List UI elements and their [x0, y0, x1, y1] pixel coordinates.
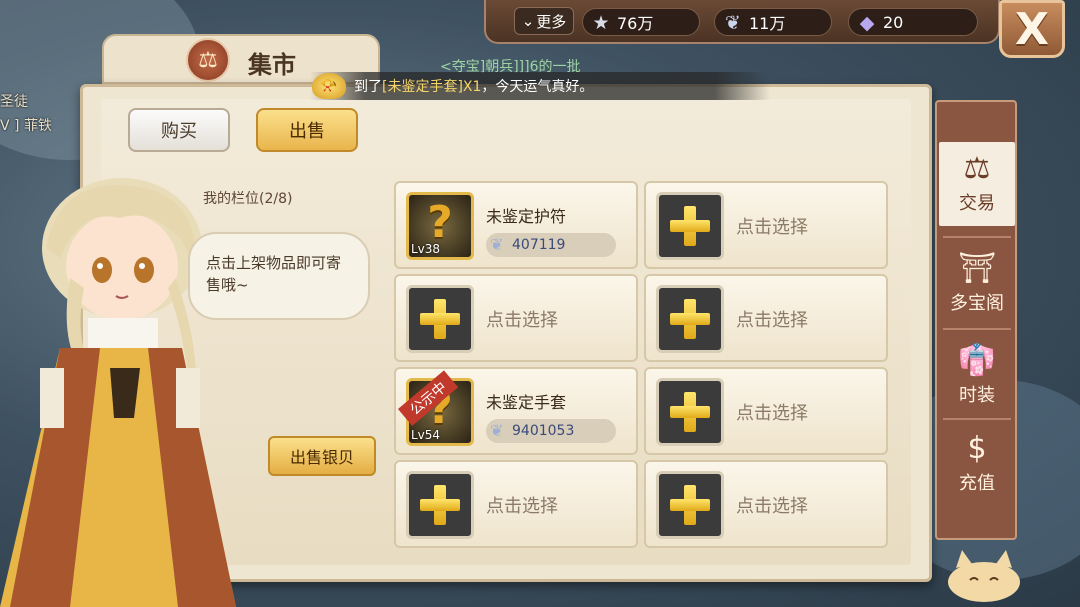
item-icon: ? Lv38 [406, 192, 474, 260]
nav-trade[interactable]: ⚖ 交易 [939, 142, 1015, 226]
player-name-line: 圣徒 [0, 94, 28, 110]
scale-icon: ⚖ [963, 151, 991, 186]
nav-divider [943, 236, 1011, 238]
sale-slot-empty[interactable]: 点击选择 [394, 460, 638, 548]
nav-label: 充值 [959, 473, 995, 494]
cat-mascot-icon [948, 550, 1020, 602]
item-price: ❦ 9401053 [486, 419, 616, 443]
sale-slot-item[interactable]: ? Lv38 未鉴定护符 ❦ 407119 [394, 181, 638, 269]
player-name-overlay: 圣徒 V ] 菲铁 [0, 90, 52, 138]
resource-bar: ⌄ 更多 ★ 76万 ❦ 11万 ◆ 20 [484, 0, 1000, 44]
sell-silver-button[interactable]: 出售银贝 [268, 436, 376, 476]
star-amount: 76万 [617, 14, 654, 33]
nav-treasure[interactable]: ⛩ 多宝阁 [939, 242, 1015, 326]
shell-icon: ❦ [725, 12, 741, 34]
gem-icon: ◆ [859, 12, 875, 34]
sale-slot-item[interactable]: ? Lv54 公示中 未鉴定手套 ❦ 9401053 [394, 367, 638, 455]
sale-slot-empty[interactable]: 点击选择 [644, 274, 888, 362]
shell-amount: 11万 [749, 14, 786, 33]
sale-slot-empty[interactable]: 点击选择 [644, 460, 888, 548]
slot-choose-label: 点击选择 [736, 217, 808, 238]
tab-buy[interactable]: 购买 [128, 108, 230, 152]
sale-slot-empty[interactable]: 点击选择 [394, 274, 638, 362]
dollar-icon: $ [967, 431, 987, 466]
plus-icon [406, 471, 474, 539]
nav-label: 多宝阁 [950, 293, 1004, 314]
nav-label: 时装 [959, 385, 995, 406]
slot-choose-label: 点击选择 [736, 403, 808, 424]
broadcast-suffix: ，今天运气真好。 [481, 79, 594, 95]
scale-icon: ⚖ [186, 38, 230, 82]
close-button[interactable]: X [999, 0, 1065, 58]
slot-choose-label: 点击选择 [486, 496, 558, 517]
broadcast-bar: 到了 [未鉴定手套]X1 ，今天运气真好。 [310, 72, 770, 100]
plus-icon [656, 192, 724, 260]
item-level: Lv54 [411, 428, 441, 442]
more-label: 更多 [536, 12, 567, 31]
shell-icon: ❦ [490, 421, 504, 440]
nav-recharge[interactable]: $ 充值 [939, 422, 1015, 506]
star-resource: ★ 76万 [582, 8, 700, 36]
plus-icon [656, 285, 724, 353]
plus-icon [406, 285, 474, 353]
clothes-icon: 👘 [958, 343, 996, 378]
shell-resource: ❦ 11万 [714, 8, 832, 36]
nav-fashion[interactable]: 👘 时装 [939, 334, 1015, 418]
nav-divider [943, 418, 1011, 420]
star-icon: ★ [592, 12, 610, 34]
treasure-icon: ⛩ [957, 251, 997, 286]
sale-slot-empty[interactable]: 点击选择 [644, 181, 888, 269]
item-price-value: 9401053 [512, 423, 575, 439]
item-name: 未鉴定护符 [486, 207, 567, 226]
broadcast-prefix: 到了 [354, 79, 382, 95]
plus-icon [656, 378, 724, 446]
unknown-item-icon: ? [427, 197, 453, 248]
item-price: ❦ 407119 [486, 233, 616, 257]
tab-sell[interactable]: 出售 [256, 108, 358, 152]
speech-bubble: 点击上架物品即可寄售哦~ [188, 232, 370, 320]
nav-divider [943, 328, 1011, 330]
item-price-value: 407119 [512, 237, 566, 253]
more-button[interactable]: ⌄ 更多 [514, 7, 574, 35]
slot-choose-label: 点击选择 [486, 310, 558, 331]
slot-choose-label: 点击选择 [736, 310, 808, 331]
close-icon: X [1015, 3, 1049, 55]
chevron-down-icon: ⌄ [521, 12, 535, 30]
item-name: 未鉴定手套 [486, 393, 567, 412]
player-name-line: V ] 菲铁 [0, 118, 52, 134]
item-level: Lv38 [411, 242, 441, 256]
gem-amount: 20 [883, 12, 904, 32]
gem-resource: ◆ 20 [848, 8, 978, 36]
sale-slot-empty[interactable]: 点击选择 [644, 367, 888, 455]
page-title: 集市 [248, 51, 296, 79]
nav-label: 交易 [959, 193, 995, 214]
horn-icon: 📯 [312, 73, 346, 99]
plus-icon [656, 471, 724, 539]
slot-choose-label: 点击选择 [736, 496, 808, 517]
shell-icon: ❦ [490, 235, 504, 254]
broadcast-item: [未鉴定手套]X1 [382, 79, 482, 95]
side-nav: ⚖ 交易 ⛩ 多宝阁 👘 时装 $ 充值 [935, 100, 1017, 540]
